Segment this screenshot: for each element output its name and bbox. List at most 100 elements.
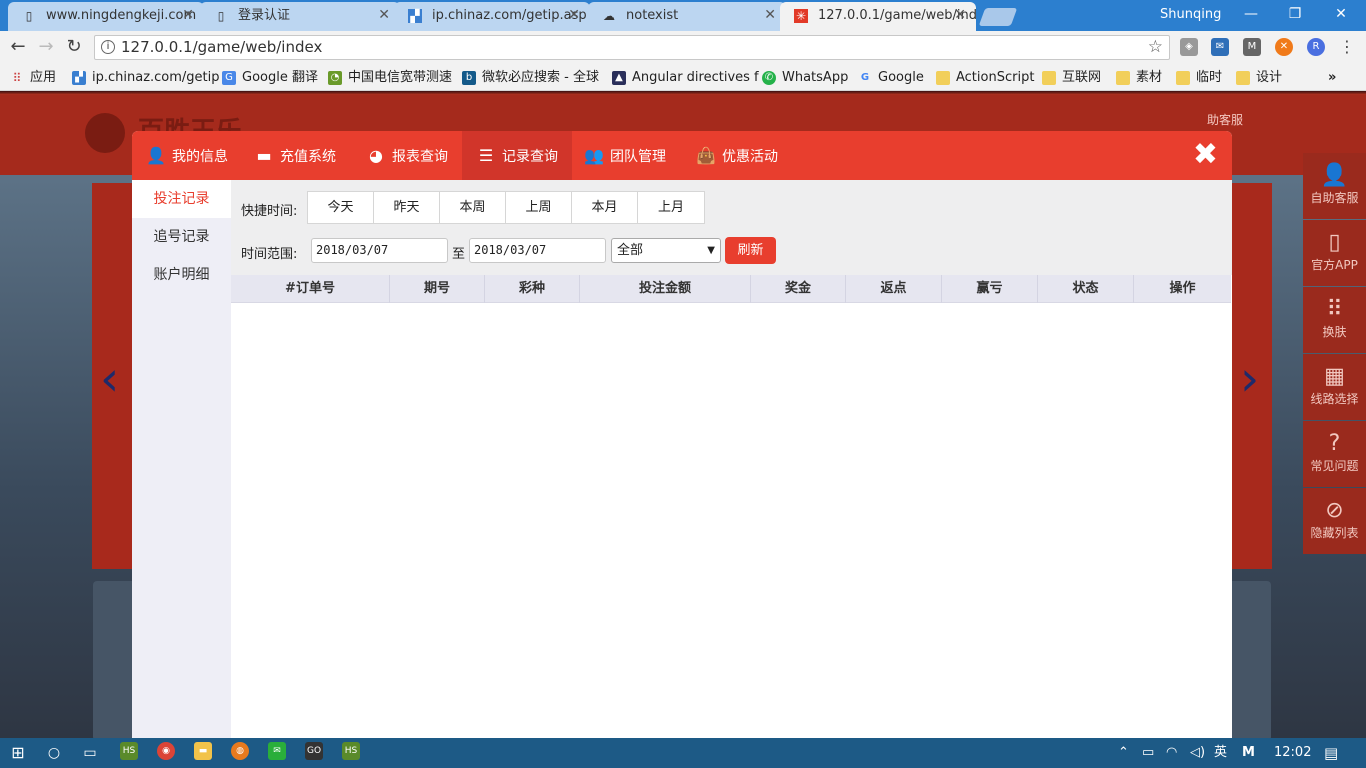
- bookmark-label: 微软必应搜索 - 全球: [482, 70, 599, 85]
- address-bar[interactable]: i 127.0.0.1/game/web/index ☆: [94, 35, 1170, 60]
- side-menu-account-details[interactable]: 账户明细: [132, 256, 231, 294]
- file-explorer-icon[interactable]: ▬: [194, 742, 212, 760]
- bookmark-item[interactable]: ▞ ip.chinaz.com/getip: [70, 68, 220, 88]
- site-logo: [85, 113, 125, 153]
- minimize-icon[interactable]: —: [1228, 0, 1274, 28]
- side-item[interactable]: ▯ 官方APP: [1303, 220, 1366, 286]
- page-icon: ▯: [217, 9, 225, 23]
- blue-ext-icon[interactable]: R: [1307, 38, 1325, 56]
- star-icon[interactable]: ☆: [1148, 36, 1163, 59]
- mail-ext-icon[interactable]: ✉: [1211, 38, 1229, 56]
- date-to-input[interactable]: 2018/03/07: [469, 238, 606, 263]
- col-actions: 操作: [1169, 281, 1196, 296]
- close-icon[interactable]: ✕: [568, 2, 580, 29]
- tab-recharge[interactable]: ▬ 充值系统: [240, 131, 352, 180]
- date-from-input[interactable]: 2018/03/07: [311, 238, 448, 263]
- tab-reports[interactable]: ◕ 报表查询: [352, 131, 462, 180]
- question-icon: ?: [1328, 431, 1341, 456]
- quick-last-month-button[interactable]: 上月: [638, 192, 704, 223]
- bookmark-item[interactable]: ◔ 中国电信宽带测速: [326, 68, 452, 88]
- gmail-ext-icon[interactable]: M: [1243, 38, 1261, 56]
- quick-this-month-button[interactable]: 本月: [572, 192, 638, 223]
- prev-slide-icon[interactable]: ‹: [100, 351, 119, 407]
- notifications-icon[interactable]: ▤: [1324, 738, 1338, 768]
- apps-icon: ⠿: [12, 71, 22, 85]
- browser-tab-active[interactable]: ✳ 127.0.0.1/game/web/index ✕: [780, 2, 976, 31]
- shield-ext-icon[interactable]: ◈: [1180, 38, 1198, 56]
- bookmark-item[interactable]: 临时: [1174, 68, 1222, 88]
- close-icon[interactable]: ✕: [378, 2, 390, 29]
- close-icon[interactable]: ✕: [182, 2, 194, 29]
- angular-icon: ▲: [612, 71, 626, 85]
- volume-icon[interactable]: ◁): [1190, 738, 1205, 768]
- quick-yesterday-button[interactable]: 昨天: [374, 192, 440, 223]
- close-window-icon[interactable]: ✕: [1318, 0, 1364, 28]
- ime-indicator[interactable]: 英: [1214, 738, 1227, 768]
- side-menu-chase-records[interactable]: 追号记录: [132, 218, 231, 256]
- bookmark-item[interactable]: ⠿ 应用: [8, 68, 56, 88]
- search-icon[interactable]: ○: [42, 742, 66, 764]
- quick-today-button[interactable]: 今天: [308, 192, 374, 223]
- bookmark-item[interactable]: G Google 翻译: [220, 68, 318, 88]
- tab-promotions[interactable]: 👜 优惠活动: [684, 131, 796, 180]
- close-icon[interactable]: ✕: [954, 2, 966, 29]
- bookmark-item[interactable]: ▲ Angular directives f: [610, 68, 759, 88]
- side-item[interactable]: ▦ 线路选择: [1303, 354, 1366, 420]
- quick-last-week-button[interactable]: 上周: [506, 192, 572, 223]
- chrome-icon[interactable]: ◉: [157, 742, 175, 760]
- cloud-icon: ☁: [603, 9, 615, 23]
- bookmark-item[interactable]: 互联网: [1040, 68, 1101, 88]
- task-view-icon[interactable]: ▭: [78, 742, 102, 764]
- ime-mode-icon[interactable]: M: [1242, 738, 1255, 768]
- browser-tab[interactable]: ▯ 登录认证 ✕: [200, 2, 400, 31]
- quick-this-week-button[interactable]: 本周: [440, 192, 506, 223]
- bookmark-item[interactable]: b 微软必应搜索 - 全球: [460, 68, 599, 88]
- forward-icon[interactable]: →: [34, 36, 58, 58]
- menu-icon[interactable]: ⋮: [1338, 38, 1356, 56]
- app-hs2-icon[interactable]: HS: [342, 742, 360, 760]
- firefox-icon[interactable]: ◍: [231, 742, 249, 760]
- clock[interactable]: 12:02: [1274, 738, 1311, 768]
- tray-expand-icon[interactable]: ⌃: [1118, 738, 1129, 768]
- browser-tab[interactable]: ☁ notexist ✕: [588, 2, 786, 31]
- tab-title: notexist: [626, 8, 679, 23]
- info-icon[interactable]: i: [101, 40, 115, 54]
- bookmark-item[interactable]: G Google: [856, 68, 924, 88]
- side-item[interactable]: ⠿ 换肤: [1303, 287, 1366, 353]
- profile-name[interactable]: Shunqing: [1160, 0, 1221, 30]
- orange-ext-icon[interactable]: ✕: [1275, 38, 1293, 56]
- wifi-icon[interactable]: ◠: [1166, 738, 1177, 768]
- url-text: 127.0.0.1/game/web/index: [121, 38, 323, 56]
- bookmark-item[interactable]: ✆ WhatsApp: [760, 68, 848, 88]
- app-hs-icon[interactable]: HS: [120, 742, 138, 760]
- status-select[interactable]: 全部 ▼: [611, 238, 721, 263]
- go-icon[interactable]: GO: [305, 742, 323, 760]
- bookmarks-overflow-icon[interactable]: »: [1316, 68, 1336, 88]
- bookmark-item[interactable]: 设计: [1234, 68, 1282, 88]
- speedtest-icon: ◔: [328, 71, 342, 85]
- bookmark-item[interactable]: ActionScript: [934, 68, 1034, 88]
- next-slide-icon[interactable]: ›: [1240, 351, 1259, 407]
- side-item[interactable]: ⊘ 隐藏列表: [1303, 488, 1366, 554]
- windows-start-icon[interactable]: ⊞: [6, 742, 30, 764]
- battery-icon[interactable]: ▭: [1142, 738, 1154, 768]
- tab-my-info[interactable]: 👤 我的信息: [132, 131, 240, 180]
- browser-tab[interactable]: ▯ www.ningdengkeji.com ✕: [8, 2, 204, 31]
- new-tab-button[interactable]: [978, 8, 1018, 26]
- side-menu-bet-records[interactable]: 投注记录: [132, 180, 231, 218]
- restore-icon[interactable]: ❐: [1272, 0, 1318, 28]
- help-label[interactable]: 助客服: [1207, 111, 1243, 128]
- tab-label: 记录查询: [502, 149, 558, 165]
- refresh-button[interactable]: 刷新: [725, 237, 776, 264]
- side-item[interactable]: ? 常见问题: [1303, 421, 1366, 487]
- browser-tab[interactable]: ▞ ip.chinaz.com/getip.asp ✕: [394, 2, 590, 31]
- wechat-icon[interactable]: ✉: [268, 742, 286, 760]
- tab-records[interactable]: ☰ 记录查询: [462, 131, 572, 180]
- tab-team[interactable]: 👥 团队管理: [572, 131, 684, 180]
- bookmark-item[interactable]: 素材: [1114, 68, 1162, 88]
- close-icon[interactable]: ✕: [764, 2, 776, 29]
- close-icon[interactable]: ✖: [1193, 139, 1218, 171]
- back-icon[interactable]: ←: [6, 36, 30, 58]
- side-item[interactable]: 👤 自助客服: [1303, 153, 1366, 219]
- reload-icon[interactable]: ↻: [62, 36, 86, 58]
